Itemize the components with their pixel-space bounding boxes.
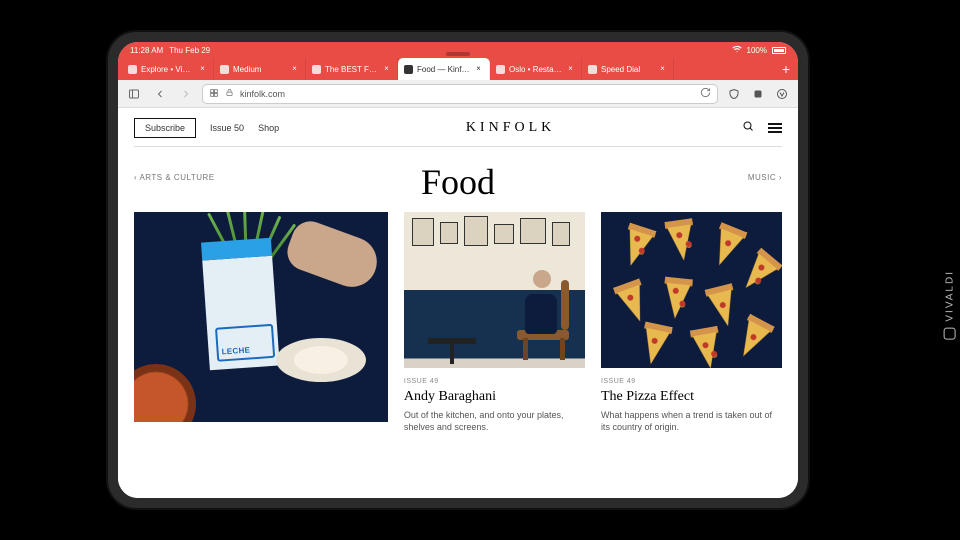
tablet-frame: 11:28 AM Thu Feb 29 100% Explore • Vival… [108, 32, 808, 508]
browser-toolbar [118, 80, 798, 108]
article-card[interactable]: LECHE [134, 212, 388, 433]
browser-tab[interactable]: Explore • Vivaldi S…× [122, 58, 214, 80]
battery-percent: 100% [747, 46, 767, 55]
favicon-icon [220, 65, 229, 74]
tab-close-icon[interactable]: × [198, 65, 207, 74]
vivaldi-watermark: VIVALDI [944, 270, 956, 340]
nav-link-shop[interactable]: Shop [258, 123, 279, 133]
favicon-icon [312, 65, 321, 74]
shield-button[interactable] [724, 84, 744, 104]
status-time: 11:28 AM [130, 46, 163, 55]
subscribe-button[interactable]: Subscribe [134, 118, 196, 138]
favicon-icon [128, 65, 137, 74]
favicon-icon [496, 65, 505, 74]
prev-category-link[interactable]: ‹ ARTS & CULTURE [134, 173, 215, 182]
article-excerpt: Out of the kitchen, and onto your plates… [404, 409, 585, 433]
wifi-icon [732, 44, 742, 56]
panel-button[interactable] [124, 84, 144, 104]
nav-link-issue[interactable]: Issue 50 [210, 123, 244, 133]
site-header: Subscribe Issue 50 Shop KINFOLK [134, 108, 782, 147]
tab-close-icon[interactable]: × [566, 65, 575, 74]
browser-tab[interactable]: The BEST Finland…× [306, 58, 398, 80]
article-grid: LECHE [134, 212, 782, 433]
webpage-content: Subscribe Issue 50 Shop KINFOLK Food [118, 108, 798, 498]
tab-close-icon[interactable]: × [382, 65, 391, 74]
favicon-icon [404, 65, 413, 74]
browser-tab[interactable]: Speed Dial× [582, 58, 674, 80]
site-settings-icon[interactable] [209, 88, 219, 100]
tablet-screen: 11:28 AM Thu Feb 29 100% Explore • Vival… [118, 42, 798, 498]
favicon-icon [588, 65, 597, 74]
reload-button[interactable] [700, 87, 711, 100]
back-button[interactable] [150, 84, 170, 104]
article-card[interactable]: ISSUE 49 The Pizza Effect What happens w… [601, 212, 782, 433]
article-image [601, 212, 782, 368]
article-excerpt: What happens when a trend is taken out o… [601, 409, 782, 433]
article-card[interactable]: ISSUE 49 Andy Baraghani Out of the kitch… [404, 212, 585, 433]
menu-icon[interactable] [768, 123, 782, 133]
reader-button[interactable] [748, 84, 768, 104]
vivaldi-logo-icon [944, 328, 956, 340]
article-image: LECHE [134, 212, 388, 422]
browser-tab-active[interactable]: Food — Kinfolk× [398, 58, 490, 80]
article-title: Andy Baraghani [404, 389, 585, 405]
article-title: The Pizza Effect [601, 389, 782, 405]
tab-close-icon[interactable]: × [290, 65, 299, 74]
battery-icon [772, 47, 786, 54]
vivaldi-menu-button[interactable] [772, 84, 792, 104]
article-image [404, 212, 585, 368]
milk-carton-label: LECHE [221, 345, 250, 356]
search-icon[interactable] [742, 119, 754, 137]
tab-close-icon[interactable]: × [474, 65, 483, 74]
tab-strip: Explore • Vivaldi S…× Medium× The BEST F… [118, 58, 798, 80]
browser-tab[interactable]: Oslo • Restauran…× [490, 58, 582, 80]
status-date: Thu Feb 29 [169, 46, 210, 55]
next-category-link[interactable]: MUSIC › [748, 173, 782, 182]
address-bar[interactable] [202, 84, 718, 104]
browser-tab[interactable]: Medium× [214, 58, 306, 80]
article-issue: ISSUE 49 [601, 378, 782, 385]
article-issue: ISSUE 49 [404, 378, 585, 385]
url-input[interactable] [240, 89, 694, 99]
home-indicator [446, 52, 470, 56]
site-logo[interactable]: KINFOLK [466, 120, 555, 136]
new-tab-button[interactable]: + [774, 58, 798, 80]
tab-close-icon[interactable]: × [658, 65, 667, 74]
lock-icon [225, 88, 234, 99]
forward-button[interactable] [176, 84, 196, 104]
